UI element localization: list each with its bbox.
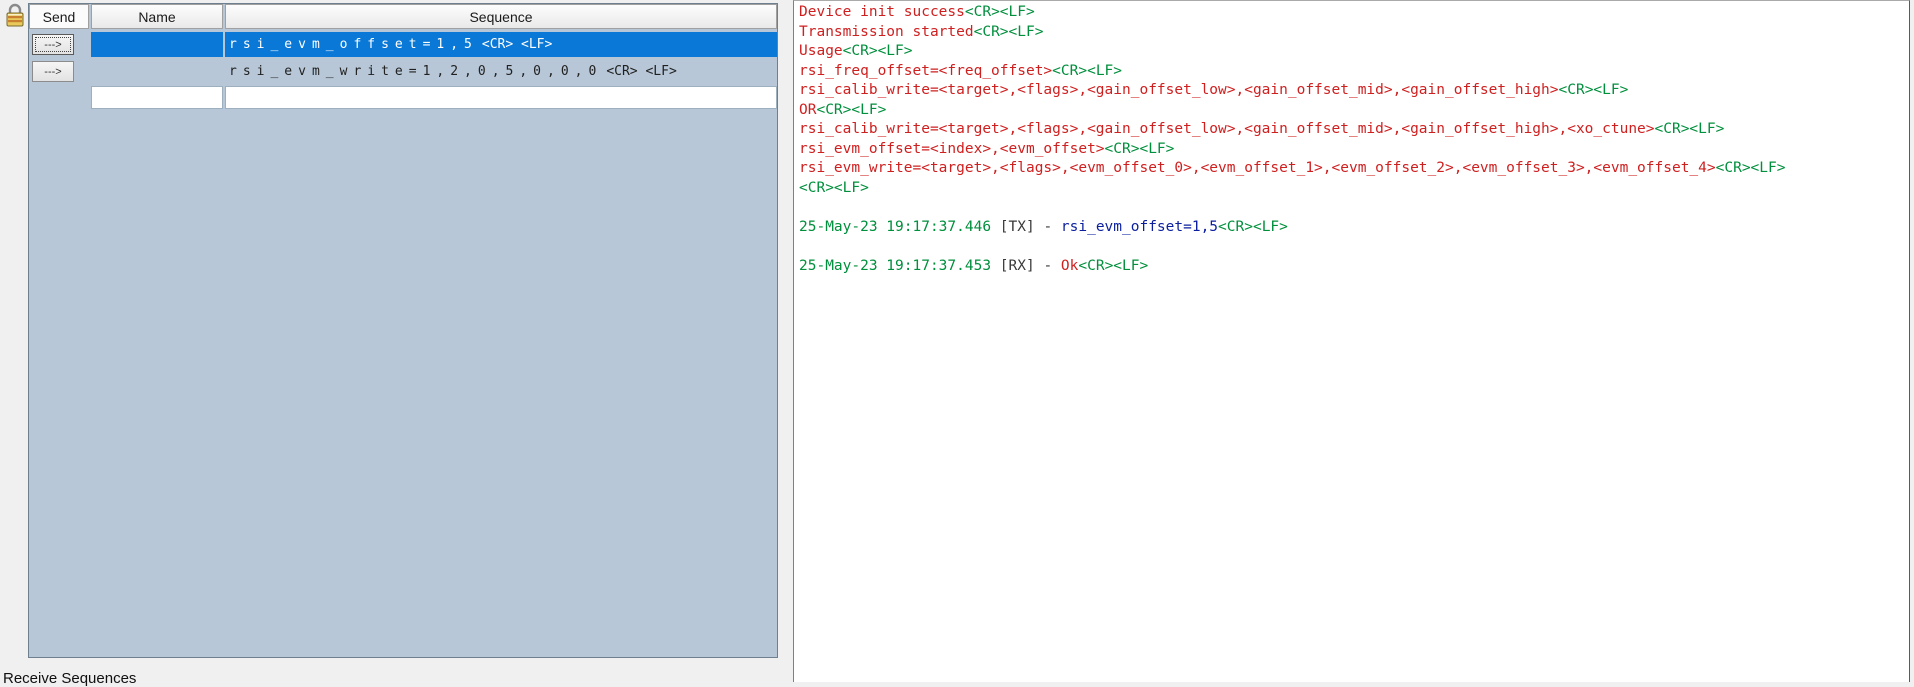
rx-segment: Device init success bbox=[799, 4, 965, 20]
ctrl-segment: <CR><LF> bbox=[1052, 63, 1122, 79]
ctrl-segment: <CR><LF> bbox=[974, 24, 1044, 40]
log-line: rsi_evm_write=<target>,<flags>,<evm_offs… bbox=[799, 159, 1909, 179]
log-line: Transmission started<CR><LF> bbox=[799, 23, 1909, 43]
rx-segment: rsi_evm_offset=<index>,<evm_offset> bbox=[799, 141, 1105, 157]
ctrl-segment: <CR><LF> bbox=[1716, 160, 1786, 176]
label-segment: [RX] - bbox=[991, 258, 1061, 274]
log-line: rsi_evm_offset=<index>,<evm_offset><CR><… bbox=[799, 140, 1909, 160]
label-segment: [TX] - bbox=[991, 219, 1061, 235]
rx-segment: OR bbox=[799, 102, 816, 118]
sequence-control-tokens-row-2: <CR> <LF> bbox=[606, 64, 676, 79]
name-cell-row-1[interactable] bbox=[91, 32, 223, 57]
log-line: rsi_calib_write=<target>,<flags>,<gain_o… bbox=[799, 81, 1909, 101]
rx-segment: rsi_evm_write=<target>,<flags>,<evm_offs… bbox=[799, 160, 1716, 176]
log-line: Device init success<CR><LF> bbox=[799, 3, 1909, 23]
name-cell-new-row[interactable] bbox=[91, 86, 223, 109]
log-line: OR<CR><LF> bbox=[799, 101, 1909, 121]
sequence-cell-row-1[interactable]: rsi_evm_offset=1,5 <CR> <LF> bbox=[225, 32, 777, 57]
lock-icon bbox=[5, 3, 25, 29]
receive-sequences-label: Receive Sequences bbox=[3, 670, 136, 687]
communication-log[interactable]: Device init success<CR><LF>Transmission … bbox=[793, 0, 1910, 682]
ctrl-segment: <CR><LF> bbox=[965, 4, 1035, 20]
sequence-cell-row-2[interactable]: rsi_evm_write=1,2,0,5,0,0,0 <CR> <LF> bbox=[225, 59, 777, 84]
send-button-row-2[interactable]: ---> bbox=[32, 61, 74, 82]
tx-segment: rsi_evm_offset=1,5 bbox=[1061, 219, 1218, 235]
rx-segment: Usage bbox=[799, 43, 843, 59]
rx-segment: rsi_freq_offset=<freq_offset> bbox=[799, 63, 1052, 79]
column-header-name-label: Name bbox=[138, 9, 175, 25]
sequence-text-row-1: rsi_evm_offset=1,5 bbox=[229, 37, 478, 52]
name-cell-row-2[interactable] bbox=[91, 59, 223, 84]
log-line: rsi_freq_offset=<freq_offset><CR><LF> bbox=[799, 62, 1909, 82]
log-lines: Device init success<CR><LF>Transmission … bbox=[799, 3, 1909, 276]
log-line: 25-May-23 19:17:37.453 [RX] - Ok<CR><LF> bbox=[799, 257, 1909, 277]
rx-segment: Ok bbox=[1061, 258, 1078, 274]
column-header-send-label: Send bbox=[43, 9, 76, 25]
sequence-text-row-2: rsi_evm_write=1,2,0,5,0,0,0 bbox=[229, 64, 602, 79]
send-button-row-1[interactable]: ---> bbox=[32, 34, 74, 55]
log-line bbox=[799, 198, 1909, 218]
ctrl-segment: <CR><LF> bbox=[799, 180, 869, 196]
ctrl-segment: <CR><LF> bbox=[1218, 219, 1288, 235]
ctrl-segment: <CR><LF> bbox=[1655, 121, 1725, 137]
column-header-name: Name bbox=[91, 4, 223, 29]
ctrl-segment: <CR><LF> bbox=[816, 102, 886, 118]
ctrl-segment: <CR><LF> bbox=[843, 43, 913, 59]
log-line: Usage<CR><LF> bbox=[799, 42, 1909, 62]
log-line: rsi_calib_write=<target>,<flags>,<gain_o… bbox=[799, 120, 1909, 140]
sequence-control-tokens-row-1: <CR> <LF> bbox=[482, 37, 552, 52]
sequence-cell-new-row[interactable] bbox=[225, 86, 777, 109]
ts-segment: 25-May-23 19:17:37.453 bbox=[799, 258, 991, 274]
log-line bbox=[799, 237, 1909, 257]
ctrl-segment: <CR><LF> bbox=[1105, 141, 1175, 157]
column-header-send: Send bbox=[29, 4, 89, 29]
rx-segment: rsi_calib_write=<target>,<flags>,<gain_o… bbox=[799, 121, 1655, 137]
rx-segment: Transmission started bbox=[799, 24, 974, 40]
send-sequences-table: Send Name Sequence ---> rsi_evm_offset=1… bbox=[28, 3, 778, 658]
column-header-sequence-label: Sequence bbox=[469, 9, 532, 25]
ctrl-segment: <CR><LF> bbox=[1559, 82, 1629, 98]
log-line: 25-May-23 19:17:37.446 [TX] - rsi_evm_of… bbox=[799, 218, 1909, 238]
log-line: <CR><LF> bbox=[799, 179, 1909, 199]
ts-segment: 25-May-23 19:17:37.446 bbox=[799, 219, 991, 235]
rx-segment: rsi_calib_write=<target>,<flags>,<gain_o… bbox=[799, 82, 1559, 98]
ctrl-segment: <CR><LF> bbox=[1078, 258, 1148, 274]
column-header-sequence: Sequence bbox=[225, 4, 777, 29]
